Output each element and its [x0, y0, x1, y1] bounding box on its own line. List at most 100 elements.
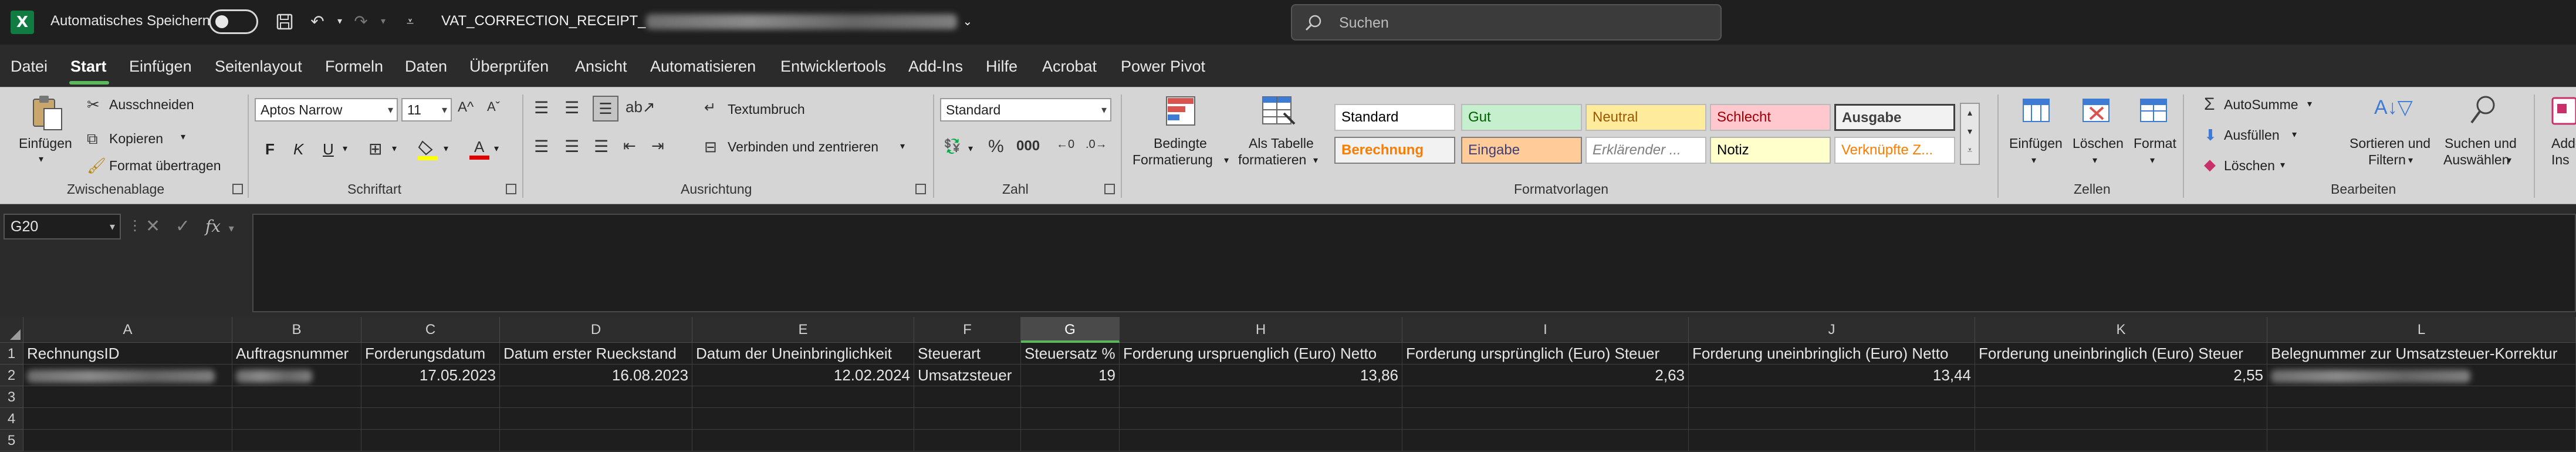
tab-automatisieren[interactable]: Automatisieren [650, 58, 756, 76]
italic-button[interactable]: K [293, 140, 303, 158]
font-color-dropdown-icon[interactable]: ▾ [494, 143, 499, 154]
paste-icon[interactable] [26, 93, 67, 134]
conditional-formatting-label-2[interactable]: Formatierung [1133, 152, 1213, 168]
cell-j4[interactable] [1689, 408, 1975, 430]
insert-cells-button[interactable]: Einfügen [2009, 136, 2063, 151]
tab-datei[interactable]: Datei [11, 58, 48, 76]
style-neutral[interactable]: Neutral [1586, 104, 1706, 131]
autosum-dropdown-icon[interactable]: ▾ [2307, 98, 2312, 110]
column-header-h[interactable]: H [1120, 317, 1402, 343]
tab-acrobat[interactable]: Acrobat [1042, 58, 1097, 76]
column-header-b[interactable]: B [232, 317, 361, 343]
cell-g3[interactable] [1021, 386, 1120, 408]
cell-f2[interactable]: Umsatzsteuer [914, 365, 1021, 386]
style-erklaerender[interactable]: Erklärender ... [1586, 137, 1706, 164]
cell-h2[interactable]: 13,86 [1120, 365, 1402, 386]
thousands-separator-icon[interactable]: 000 [1016, 138, 1040, 154]
paste-dropdown-icon[interactable]: ▾ [39, 153, 43, 165]
column-header-g[interactable]: G [1021, 317, 1120, 343]
style-eingabe[interactable]: Eingabe [1461, 137, 1582, 164]
number-format-select[interactable]: Standard ▾ [940, 98, 1111, 122]
increase-font-icon[interactable]: A^ [458, 99, 474, 116]
cell-b1[interactable]: Auftragsnummer [232, 343, 361, 365]
tab-seitenlayout[interactable]: Seitenlayout [215, 58, 302, 76]
cut-icon[interactable]: ✂ [87, 96, 100, 114]
cell-f5[interactable] [914, 430, 1021, 451]
column-header-k[interactable]: K [1975, 317, 2267, 343]
underline-dropdown-icon[interactable]: ▾ [343, 143, 347, 154]
confirm-icon[interactable]: ✓ [175, 217, 190, 236]
cell-j3[interactable] [1689, 386, 1975, 408]
style-schlecht[interactable]: Schlecht [1710, 104, 1831, 131]
increase-indent-icon[interactable]: ⇥ [651, 137, 664, 155]
format-as-table-dropdown-icon[interactable]: ▾ [1313, 154, 1318, 166]
cell-l4[interactable] [2267, 408, 2576, 430]
tab-ansicht[interactable]: Ansicht [575, 58, 627, 76]
decrease-decimal-icon[interactable]: .0→ [1086, 138, 1107, 151]
fill-color-icon[interactable] [418, 139, 438, 163]
alignment-launcher-icon[interactable] [915, 184, 926, 194]
cell-i3[interactable] [1402, 386, 1689, 408]
cell-d4[interactable] [500, 408, 692, 430]
add-ins-label-2[interactable]: Ins [2551, 152, 2570, 168]
cell-j5[interactable] [1689, 430, 1975, 451]
align-top-icon[interactable]: ☰ [534, 98, 549, 117]
style-standard[interactable]: Standard [1334, 104, 1455, 131]
copy-button[interactable]: Kopieren [109, 131, 163, 147]
cell-c5[interactable] [361, 430, 500, 451]
cell-c1[interactable]: Forderungsdatum [361, 343, 500, 365]
merge-center-icon[interactable]: ⊟ [704, 138, 717, 156]
tab-add-ins[interactable]: Add-Ins [908, 58, 963, 76]
cell-g2[interactable]: 19 [1021, 365, 1120, 386]
column-header-c[interactable]: C [361, 317, 500, 343]
cell-k1[interactable]: Forderung uneinbringlich (Euro) Steuer [1975, 343, 2267, 365]
fill-icon[interactable]: ⬇ [2204, 126, 2217, 144]
underline-button[interactable]: U [323, 140, 334, 158]
copy-icon[interactable]: ⧉ [87, 130, 98, 149]
format-cells-button[interactable]: Format [2134, 136, 2176, 151]
row-header-2[interactable]: 2 [0, 365, 23, 386]
cell-f4[interactable] [914, 408, 1021, 430]
align-right-icon[interactable]: ☰ [594, 137, 608, 156]
column-header-i[interactable]: I [1402, 317, 1689, 343]
column-header-e[interactable]: E [692, 317, 914, 343]
insert-cells-icon[interactable] [2022, 96, 2051, 128]
autosave-toggle[interactable] [209, 9, 258, 34]
decrease-font-icon[interactable]: Aˇ [487, 99, 500, 114]
cell-e2[interactable]: 12.02.2024 [692, 365, 914, 386]
delete-cells-button[interactable]: Löschen [2073, 136, 2124, 151]
align-left-icon[interactable]: ☰ [534, 137, 549, 156]
fill-color-dropdown-icon[interactable]: ▾ [444, 143, 448, 154]
clear-button[interactable]: Löschen [2224, 158, 2275, 174]
style-verknuepfte-zelle[interactable]: Verknüpfte Z... [1834, 137, 1955, 164]
cell-j1[interactable]: Forderung uneinbringlich (Euro) Netto [1689, 343, 1975, 365]
format-painter-icon[interactable]: 🖌 [87, 157, 106, 175]
font-launcher-icon[interactable] [506, 184, 516, 194]
cell-a1[interactable]: RechnungsID [23, 343, 232, 365]
number-launcher-icon[interactable] [1104, 184, 1115, 194]
redo-dropdown-icon[interactable]: ▾ [370, 8, 397, 35]
bold-button[interactable]: F [265, 140, 275, 158]
row-header-1[interactable]: 1 [0, 343, 23, 365]
column-header-a[interactable]: A [23, 317, 232, 343]
cell-a5[interactable] [23, 430, 232, 451]
cell-d5[interactable] [500, 430, 692, 451]
search-box[interactable]: Suchen [1291, 4, 1722, 41]
format-painter-button[interactable]: Format übertragen [109, 158, 221, 174]
cell-g5[interactable] [1021, 430, 1120, 451]
column-header-l[interactable]: L [2267, 317, 2576, 343]
format-as-table-label-2[interactable]: formatieren [1238, 152, 1306, 168]
autosum-icon[interactable]: Σ [2204, 95, 2215, 114]
cell-e3[interactable] [692, 386, 914, 408]
customize-toolbar-icon[interactable]: ⩡ [397, 8, 424, 35]
cell-f1[interactable]: Steuerart [914, 343, 1021, 365]
column-header-f[interactable]: F [914, 317, 1021, 343]
align-center-icon[interactable]: ☰ [564, 137, 579, 156]
cell-k5[interactable] [1975, 430, 2267, 451]
cell-b3[interactable] [232, 386, 361, 408]
style-gut[interactable]: Gut [1461, 104, 1582, 131]
borders-dropdown-icon[interactable]: ▾ [392, 143, 397, 154]
format-cells-dropdown-icon[interactable]: ▾ [2150, 154, 2155, 166]
cell-i2[interactable]: 2,63 [1402, 365, 1689, 386]
cell-l1[interactable]: Belegnummer zur Umsatzsteuer-Korrektur [2267, 343, 2576, 365]
